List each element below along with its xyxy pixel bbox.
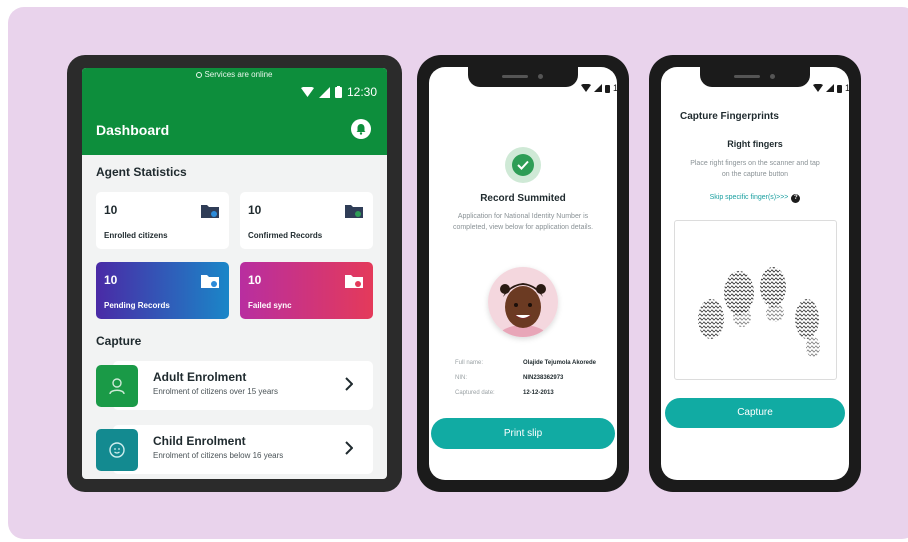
dashboard-header: Services are online 12:30 Dashboard bbox=[82, 68, 387, 155]
battery-icon bbox=[837, 84, 842, 93]
fingerprint-scan-area bbox=[674, 220, 837, 380]
stat-value: 10 bbox=[104, 273, 118, 287]
clock: 1 bbox=[613, 83, 617, 93]
section-subtitle: Right fingers bbox=[727, 139, 783, 149]
check-icon bbox=[517, 160, 529, 170]
captured-date-value: 12-12-2013 bbox=[523, 390, 554, 396]
chevron-right-icon bbox=[345, 377, 353, 391]
fingerprints-image bbox=[698, 267, 820, 357]
battery-icon bbox=[605, 84, 610, 93]
status-bar: 12 bbox=[813, 83, 849, 93]
signal-icon bbox=[318, 86, 330, 98]
folder-error-icon bbox=[345, 275, 363, 288]
stat-label: Confirmed Records bbox=[248, 231, 323, 240]
stat-value: 10 bbox=[104, 203, 118, 217]
stat-label: Pending Records bbox=[104, 301, 170, 310]
print-slip-button[interactable]: Print slip bbox=[431, 418, 615, 449]
stat-label: Failed sync bbox=[248, 301, 292, 310]
services-status: Services are online bbox=[82, 70, 387, 79]
record-title: Record Summited bbox=[480, 193, 566, 204]
bell-icon bbox=[356, 124, 366, 135]
phone-notch bbox=[700, 67, 810, 87]
record-summary-screen: 1 Record Summited Application for Nation… bbox=[429, 67, 617, 480]
help-icon[interactable]: ? bbox=[791, 194, 801, 203]
folder-check-icon bbox=[345, 205, 363, 218]
capture-heading: Capture bbox=[96, 334, 142, 348]
status-bar: 12:30 bbox=[300, 85, 377, 99]
chevron-right-icon bbox=[345, 441, 353, 455]
stat-card-failed[interactable]: 10 Failed sync bbox=[240, 262, 373, 319]
phone-record-device: 1 Record Summited Application for Nation… bbox=[417, 55, 629, 492]
card-subtitle: Enrolment of citizens over 15 years bbox=[153, 387, 278, 396]
stat-card-confirmed[interactable]: 10 Confirmed Records bbox=[240, 192, 373, 249]
fullname-value: Olajide Tejumola Akorede bbox=[523, 360, 597, 366]
tablet-device: Services are online 12:30 Dashboard Agen… bbox=[67, 55, 402, 492]
card-title: Adult Enrolment bbox=[153, 370, 247, 384]
clock: 12 bbox=[845, 83, 849, 93]
wifi-icon bbox=[300, 87, 314, 97]
battery-icon bbox=[334, 86, 342, 98]
phone-notch bbox=[468, 67, 578, 87]
record-description: Application for National Identity Number… bbox=[452, 213, 594, 231]
skip-link-text[interactable]: Skip specific finger(s)>>> bbox=[710, 194, 789, 201]
status-bar: 1 bbox=[581, 83, 617, 93]
child-enrolment-card[interactable]: Child Enrolment Enrolment of citizens be… bbox=[96, 425, 373, 474]
signal-icon bbox=[826, 84, 834, 92]
signal-icon bbox=[594, 84, 602, 92]
card-title: Child Enrolment bbox=[153, 434, 246, 448]
stat-label: Enrolled citizens bbox=[104, 231, 168, 240]
capture-button[interactable]: Capture bbox=[665, 398, 845, 428]
citizen-photo bbox=[488, 267, 558, 337]
wifi-icon bbox=[813, 84, 823, 92]
stat-value: 10 bbox=[248, 273, 262, 287]
dashboard-screen: Services are online 12:30 Dashboard Agen… bbox=[82, 68, 387, 479]
folder-pending-icon bbox=[201, 275, 219, 288]
folder-download-icon bbox=[201, 205, 219, 218]
wifi-icon bbox=[581, 84, 591, 92]
notification-button[interactable] bbox=[351, 119, 371, 139]
adult-icon bbox=[96, 365, 138, 407]
success-badge bbox=[505, 147, 541, 183]
child-icon bbox=[96, 429, 138, 471]
instructions: Place right fingers on the scanner and t… bbox=[690, 160, 820, 178]
agent-statistics-heading: Agent Statistics bbox=[96, 165, 187, 179]
fullname-label: Full name: bbox=[455, 360, 484, 366]
capture-fingerprints-screen: 12 Capture Fingerprints Right fingers Pl… bbox=[661, 67, 849, 480]
captured-date-label: Captured date: bbox=[455, 390, 495, 396]
nin-value: NIN238362973 bbox=[523, 375, 564, 381]
adult-enrolment-card[interactable]: Adult Enrolment Enrolment of citizens ov… bbox=[96, 361, 373, 410]
page-title: Capture Fingerprints bbox=[680, 111, 779, 122]
nin-label: NIN: bbox=[455, 375, 467, 381]
skip-fingers-link[interactable]: Skip specific finger(s)>>>? bbox=[661, 194, 849, 203]
page-title: Dashboard bbox=[96, 122, 170, 138]
card-subtitle: Enrolment of citizens below 16 years bbox=[153, 451, 284, 460]
clock: 12:30 bbox=[346, 85, 377, 99]
stat-value: 10 bbox=[248, 203, 262, 217]
phone-fingerprint-device: 12 Capture Fingerprints Right fingers Pl… bbox=[649, 55, 861, 492]
stat-card-pending[interactable]: 10 Pending Records bbox=[96, 262, 229, 319]
status-dot-icon bbox=[196, 72, 203, 78]
stat-card-enrolled[interactable]: 10 Enrolled citizens bbox=[96, 192, 229, 249]
